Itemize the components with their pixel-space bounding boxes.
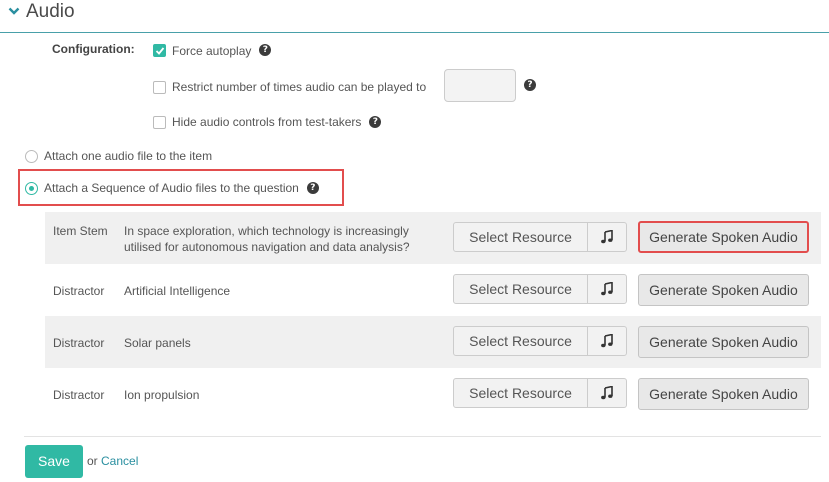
attach-single-option[interactable]: Attach one audio file to the item [25,149,212,163]
select-resource-group: Select Resource [453,222,627,252]
configuration-label: Configuration: [52,42,135,56]
cancel-link[interactable]: Cancel [101,454,138,468]
force-autoplay-option[interactable]: Force autoplay ? [153,42,272,58]
help-icon[interactable]: ? [306,182,319,194]
hide-controls-label: Hide audio controls from test-takers [172,115,362,129]
hide-controls-option[interactable]: Hide audio controls from test-takers ? [153,115,382,129]
play-count-input[interactable] [444,69,516,102]
generate-spoken-audio-button[interactable]: Generate Spoken Audio [638,274,809,306]
restrict-plays-checkbox[interactable] [153,80,166,94]
select-resource-button[interactable]: Select Resource [454,223,587,251]
table-row: Distractor Artificial Intelligence Selec… [45,264,821,316]
footer-divider [24,436,821,437]
attach-sequence-radio[interactable] [25,181,38,195]
force-autoplay-label: Force autoplay [172,44,252,58]
chevron-down-icon[interactable] [8,4,20,22]
attach-single-label: Attach one audio file to the item [44,149,213,163]
generate-spoken-audio-button[interactable]: Generate Spoken Audio [638,326,809,358]
music-note-icon[interactable] [587,327,626,355]
select-resource-group: Select Resource [453,274,627,304]
select-resource-group: Select Resource [453,378,627,408]
row-text: Ion propulsion [124,388,200,402]
attach-sequence-option[interactable]: Attach a Sequence of Audio files to the … [25,181,319,195]
help-icon[interactable]: ? [369,116,382,128]
table-row: Item Stem In space exploration, which te… [45,212,821,264]
row-role: Distractor [53,336,105,350]
section-title: Audio [26,1,75,22]
music-note-icon[interactable] [587,275,626,303]
music-note-icon[interactable] [587,223,626,251]
music-note-icon[interactable] [587,379,626,407]
row-text: Artificial Intelligence [124,284,231,298]
restrict-plays-option[interactable]: Restrict number of times audio can be pl… [153,80,426,94]
select-resource-button[interactable]: Select Resource [454,379,587,407]
table-row: Distractor Ion propulsion Select Resourc… [45,368,821,420]
row-text: Solar panels [124,336,191,350]
save-button[interactable]: Save [25,445,83,478]
help-icon[interactable]: ? [259,44,272,56]
row-role: Item Stem [53,224,108,238]
table-row: Distractor Solar panels Select Resource … [45,316,821,368]
help-icon[interactable]: ? [524,79,536,91]
select-resource-button[interactable]: Select Resource [454,275,587,303]
audio-section-header[interactable]: Audio [0,0,829,33]
attach-sequence-label: Attach a Sequence of Audio files to the … [44,181,299,195]
generate-spoken-audio-button[interactable]: Generate Spoken Audio [638,221,809,253]
force-autoplay-checkbox[interactable] [153,43,166,57]
restrict-plays-label: Restrict number of times audio can be pl… [172,80,427,94]
or-text: or [87,454,98,468]
generate-spoken-audio-button[interactable]: Generate Spoken Audio [638,378,809,410]
cancel-group: or Cancel [87,454,138,468]
row-text: In space exploration, which technology i… [124,224,410,254]
select-resource-group: Select Resource [453,326,627,356]
select-resource-button[interactable]: Select Resource [454,327,587,355]
hide-controls-checkbox[interactable] [153,115,166,129]
row-role: Distractor [53,284,105,298]
attach-single-radio[interactable] [25,149,38,163]
row-role: Distractor [53,388,105,402]
